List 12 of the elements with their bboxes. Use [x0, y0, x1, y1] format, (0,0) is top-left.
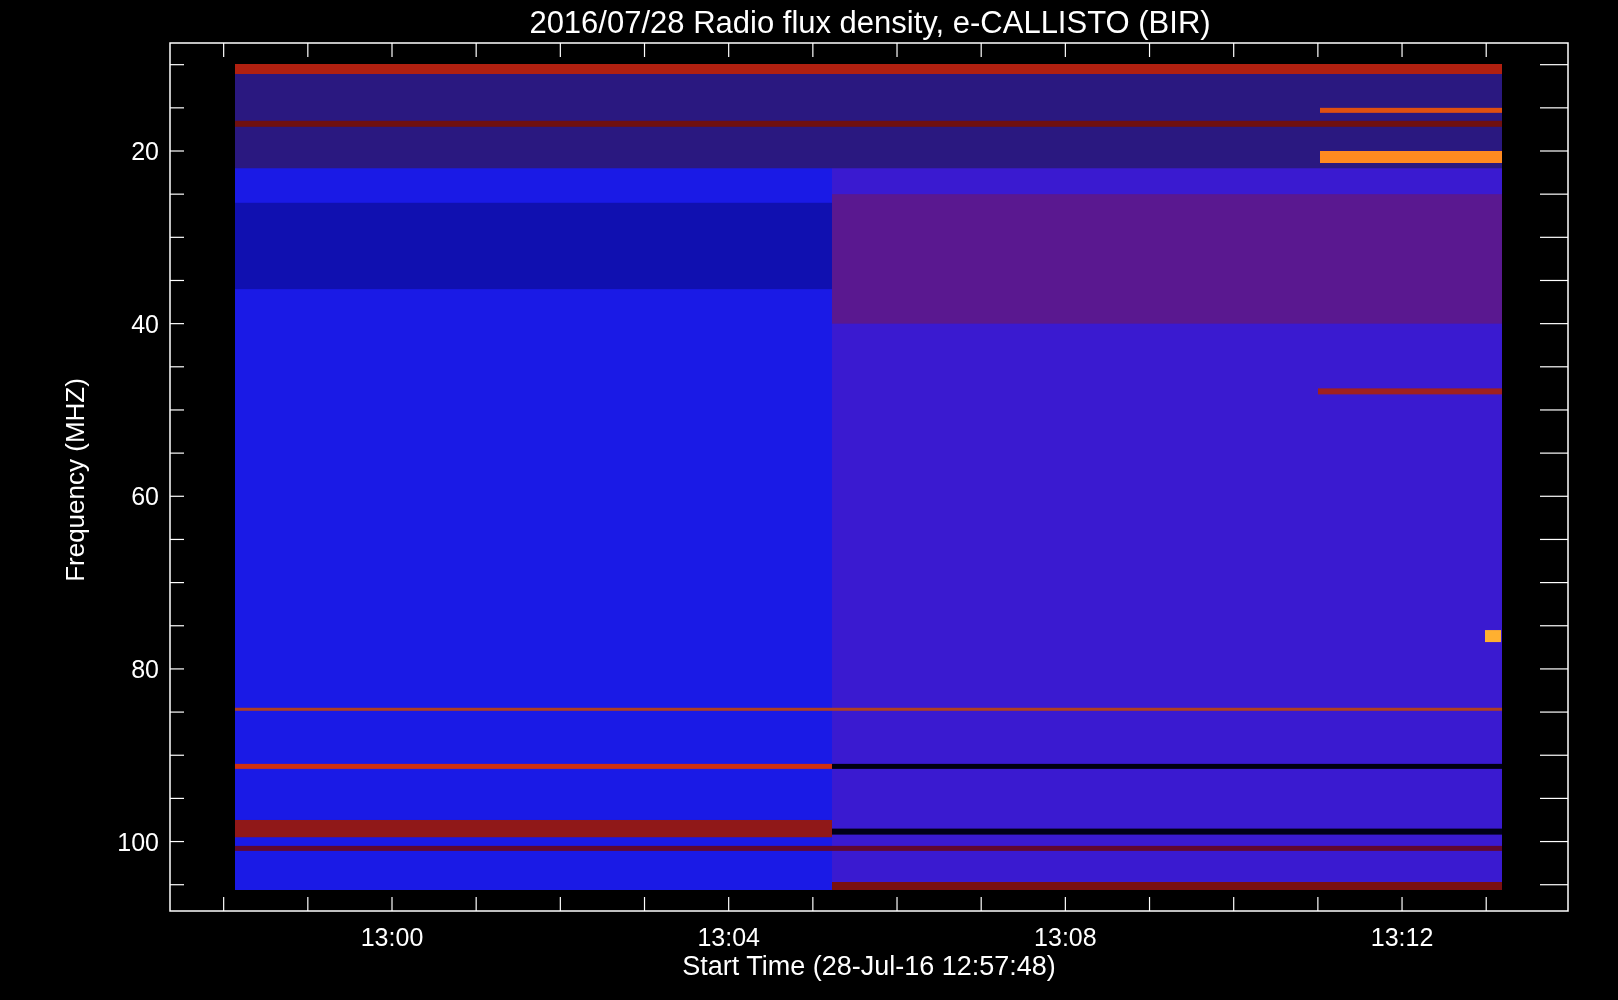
x-tick-label: 13:00: [360, 923, 424, 951]
y-tick-label: 80: [131, 654, 159, 683]
x-tick-label: 13:12: [1370, 923, 1434, 951]
x-tick-label: 13:04: [697, 923, 760, 951]
x-axis-label: Start Time (28-Jul-16 12:57:48): [682, 951, 1056, 981]
y-axis-label: Frequency (MHZ): [60, 378, 90, 582]
y-tick-label: 20: [131, 137, 159, 165]
y-tick-label: 60: [131, 482, 159, 511]
x-tick-label: 13:08: [1034, 923, 1097, 951]
y-tick-label: 100: [117, 827, 159, 856]
chart-title: 2016/07/28 Radio flux density, e-CALLISTO (BIR): [529, 5, 1211, 40]
y-tick-label: 40: [131, 309, 159, 338]
